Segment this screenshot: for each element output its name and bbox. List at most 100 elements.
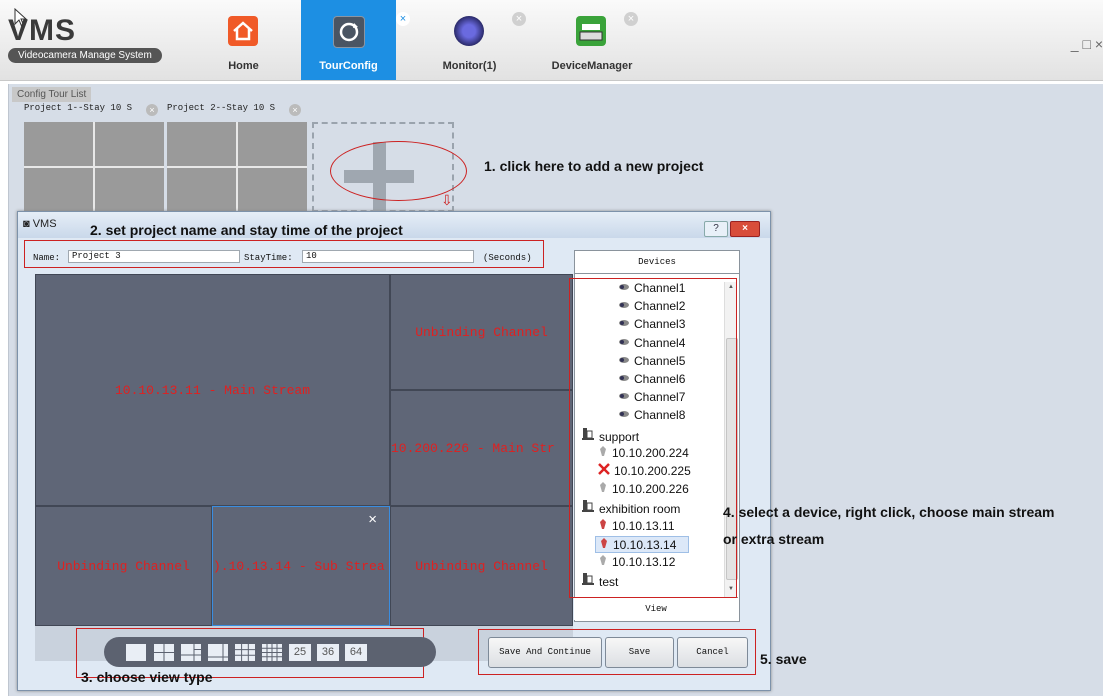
view-cell[interactable]: 10.200.226 - Main Str [390,390,573,506]
view-cell[interactable]: Unbinding Channel [35,506,212,626]
tree-device-item[interactable]: Channel8 [618,408,685,422]
camera-icon [618,281,630,295]
tab-home-label: Home [228,60,259,72]
project-2-thumbnail[interactable] [167,122,307,212]
close-icon[interactable]: × [146,104,158,116]
tree-item-label: Channel7 [634,390,686,405]
tree-device-item[interactable]: Channel5 [618,354,685,368]
tree-device-item[interactable]: 10.10.200.224 [598,445,689,460]
view-3x3-button[interactable] [235,644,255,661]
close-icon[interactable]: × [624,12,638,26]
tree-item-label: 10.10.13.14 [613,537,677,552]
staytime-input[interactable]: 10 [302,250,474,263]
tree-device-item[interactable]: 10.10.200.225 [598,463,691,478]
view-cell[interactable]: Unbinding Channel [390,506,573,626]
tab-tourconfig-label: TourConfig [319,60,378,72]
camera-icon [618,390,630,404]
help-button[interactable]: ? [704,221,728,237]
tree-item-label: 10.10.200.224 [612,445,689,460]
tab-devicemanager-label: DeviceManager [551,60,633,72]
view-1plus5-button[interactable] [181,644,201,661]
tree-device-item[interactable]: Channel4 [618,336,685,350]
tree-item-label: 10.10.13.12 [612,555,676,569]
dialog-close-button[interactable]: × [730,221,760,237]
dialog-title: VMS [32,218,57,230]
save-button[interactable]: Save [605,637,674,668]
close-icon[interactable]: × [289,104,301,116]
view-type-bar: 25 36 64 [104,637,436,667]
group-icon [581,500,595,516]
device-icon [598,555,608,569]
device-icon [599,537,609,552]
tour-tab-project-1[interactable]: Project 1--Stay 10 S [24,103,132,113]
view-36-button[interactable]: 36 [317,644,339,661]
tree-group-item[interactable]: support [581,427,639,444]
logo-title: VMS [8,14,77,47]
tree-device-item[interactable]: 10.10.13.14 [595,535,690,553]
group-icon [581,427,595,444]
device-icon [598,482,608,496]
name-label: Name: [33,253,61,263]
logo-subtitle: Videocamera Manage System [8,48,162,63]
project-dialog: ◙ VMS ? × 2. set project name and stay t… [17,211,771,691]
cancel-button[interactable]: Cancel [677,637,748,668]
camera-icon [618,317,630,331]
tree-item-label: support [599,429,640,444]
tree-device-item[interactable]: Channel3 [618,317,685,331]
view-cell-selected[interactable]: ).10.13.14 - Sub Strea × [212,506,390,626]
arrow-down-icon: ⇩ [441,192,453,208]
tree-item-label: Channel4 [634,335,686,350]
tree-group-item[interactable]: exhibition room [581,499,680,516]
tree-device-item[interactable]: Channel6 [618,372,685,386]
view-2x2-button[interactable] [154,644,174,661]
view-64-button[interactable]: 64 [345,644,367,661]
close-icon[interactable]: × [368,511,377,528]
tour-tab-project-2[interactable]: Project 2--Stay 10 S [167,103,275,113]
view-4x4-button[interactable] [262,644,282,661]
view-button[interactable]: View [574,597,738,620]
tour-list-label: Config Tour List [12,87,92,102]
project-1-thumbnail[interactable] [24,122,164,212]
close-icon[interactable]: × [396,12,410,26]
tab-monitor-label: Monitor(1) [442,60,497,72]
tree-item-label: 10.10.200.225 [614,464,691,478]
tree-device-item[interactable]: 10.10.13.11 [598,518,675,533]
tree-item-label: Channel5 [634,353,686,368]
tree-device-item[interactable]: 10.10.200.226 [598,481,689,496]
camera-icon [618,336,630,350]
tree-device-item[interactable]: Channel1 [618,281,685,295]
tree-group-item[interactable]: test [581,572,618,589]
camera-lens-icon [454,16,484,46]
view-cell[interactable]: Unbinding Channel [390,274,573,390]
home-icon [228,16,258,46]
tree-device-item[interactable]: 10.10.13.12 [598,554,675,569]
view-1plus7-button[interactable] [208,644,228,661]
view-grid: 10.10.13.11 - Main Stream Unbinding Chan… [35,274,573,661]
view-1x1-button[interactable] [126,644,146,661]
tab-home[interactable]: Home [196,0,291,80]
top-bar: VMS Videocamera Manage System Home × Tou… [0,0,1103,81]
tree-item-label: exhibition room [599,502,681,517]
view-cell[interactable]: 10.10.13.11 - Main Stream [35,274,390,506]
seconds-label: (Seconds) [483,253,532,263]
tab-monitor[interactable]: × Monitor(1) [422,0,526,80]
tab-devicemanager[interactable]: × DeviceManager [532,0,652,80]
note-step-1: 1. click here to add a new project [484,158,704,174]
tab-tourconfig[interactable]: × TourConfig [301,0,410,80]
name-input[interactable]: Project 3 [68,250,240,263]
tree-item-label: test [599,575,619,590]
close-icon[interactable]: × [512,12,526,26]
save-and-continue-button[interactable]: Save And Continue [488,637,602,668]
tree-item-label: Channel2 [634,299,686,314]
tree-device-item[interactable]: Channel2 [618,299,685,313]
note-step-4-line-2: or extra stream [723,531,825,547]
offline-icon [598,463,610,478]
tree-item-label: Channel3 [634,317,686,332]
dialog-logo: ◙ VMS [23,218,57,230]
note-step-2: 2. set project name and stay time of the… [90,222,403,238]
tree-item-label: Channel1 [634,281,686,295]
tree-device-item[interactable]: Channel7 [618,390,685,404]
window-controls[interactable]: _ □ × [1071,36,1103,52]
view-25-button[interactable]: 25 [289,644,311,661]
device-icon [598,518,608,533]
